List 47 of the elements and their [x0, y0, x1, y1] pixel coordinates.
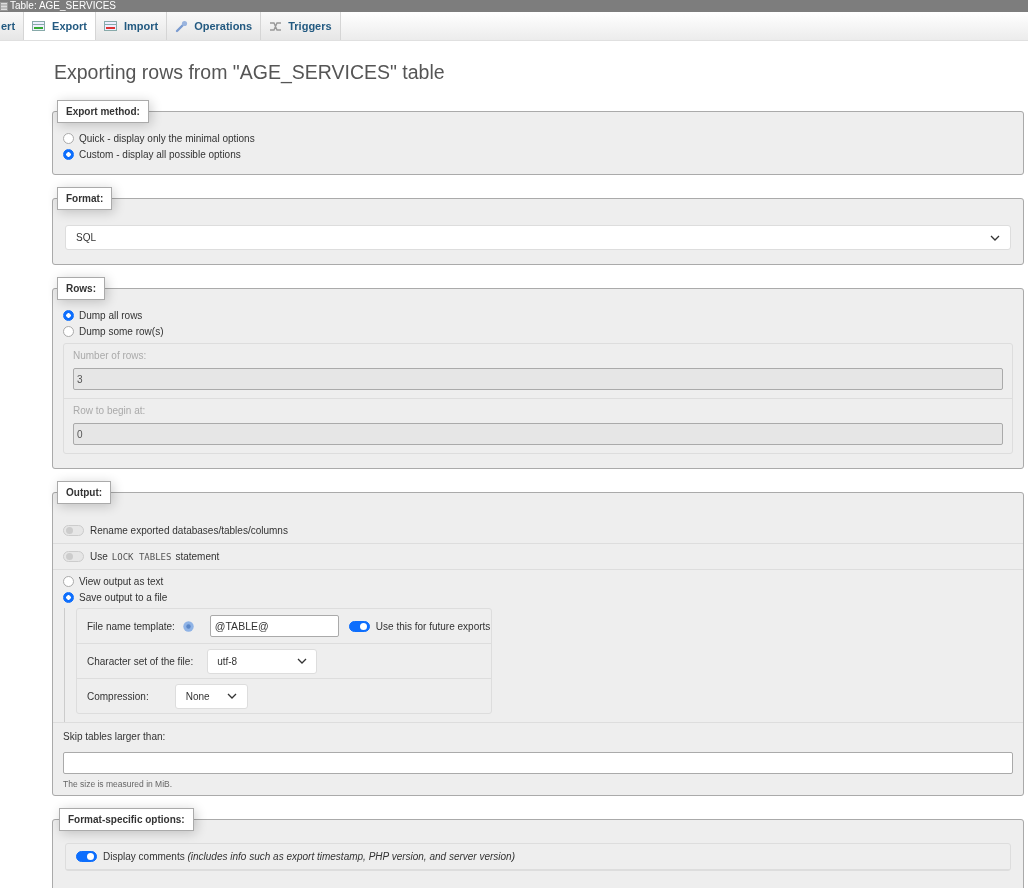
- format-select[interactable]: SQL: [65, 225, 1011, 250]
- field-label: Row to begin at:: [73, 405, 147, 416]
- help-icon[interactable]: [182, 620, 194, 632]
- toggle-label: Use this for future exports: [375, 620, 491, 632]
- toggle-switch[interactable]: [76, 851, 97, 862]
- triggers-icon: [269, 20, 283, 32]
- field-label: Skip tables larger than:: [63, 731, 167, 742]
- chevron-icon: [990, 234, 1000, 241]
- toggle-label: Use LOCK TABLES statement: [90, 551, 220, 562]
- import-icon: [103, 20, 118, 32]
- panel-legend: Rows:: [57, 277, 105, 300]
- panel-legend: Output:: [57, 481, 112, 504]
- radio-option[interactable]: View output as text: [63, 576, 164, 587]
- tab[interactable]: Triggers: [261, 12, 341, 40]
- wrench-icon: [175, 19, 189, 33]
- window-title: Table: AGE_SERVICES: [10, 0, 116, 12]
- input-field[interactable]: @TABLE@: [209, 615, 339, 637]
- panel-legend: Format:: [57, 187, 113, 210]
- field-label: Compression:: [87, 690, 149, 702]
- chevron-icon: [226, 693, 237, 699]
- toggle-label: Rename exported databases/tables/columns: [90, 525, 288, 536]
- radio-option[interactable]: Dump some row(s): [63, 326, 164, 337]
- table-icon: [0, 1, 8, 11]
- field-label: Number of rows:: [73, 350, 148, 361]
- field-hint: The size is measured in MiB.: [63, 779, 174, 789]
- export-icon: [32, 20, 47, 32]
- radio-option[interactable]: Dump all rows: [63, 310, 143, 321]
- tab[interactable]: Export: [24, 12, 96, 40]
- page-heading: Exporting rows from "AGE_SERVICES" table: [54, 61, 446, 84]
- input-field[interactable]: [63, 752, 1013, 774]
- toggle-switch[interactable]: [63, 525, 84, 536]
- charset-select[interactable]: utf-8: [207, 648, 318, 674]
- panel-legend: Export method:: [57, 100, 149, 123]
- chevron-icon: [297, 658, 308, 664]
- radio-option[interactable]: Custom - display all possible options: [63, 149, 241, 160]
- toggle-switch[interactable]: [348, 620, 370, 632]
- tab[interactable]: ert: [0, 12, 25, 40]
- field-label: Character set of the file:: [87, 655, 194, 667]
- tab[interactable]: Operations: [167, 12, 262, 40]
- toggle-switch[interactable]: [63, 551, 84, 562]
- tab[interactable]: Import: [95, 12, 168, 40]
- compression-select[interactable]: None: [174, 683, 248, 709]
- toggle-label: Display comments (includes info such as export timestamp, PHP version, and server version): [103, 851, 515, 862]
- radio-option[interactable]: Save output to a file: [63, 592, 168, 603]
- panel-legend: Format-specific options:: [59, 808, 194, 831]
- radio-option[interactable]: Quick - display only the minimal options: [63, 133, 255, 144]
- field-label: File name template:: [87, 620, 175, 632]
